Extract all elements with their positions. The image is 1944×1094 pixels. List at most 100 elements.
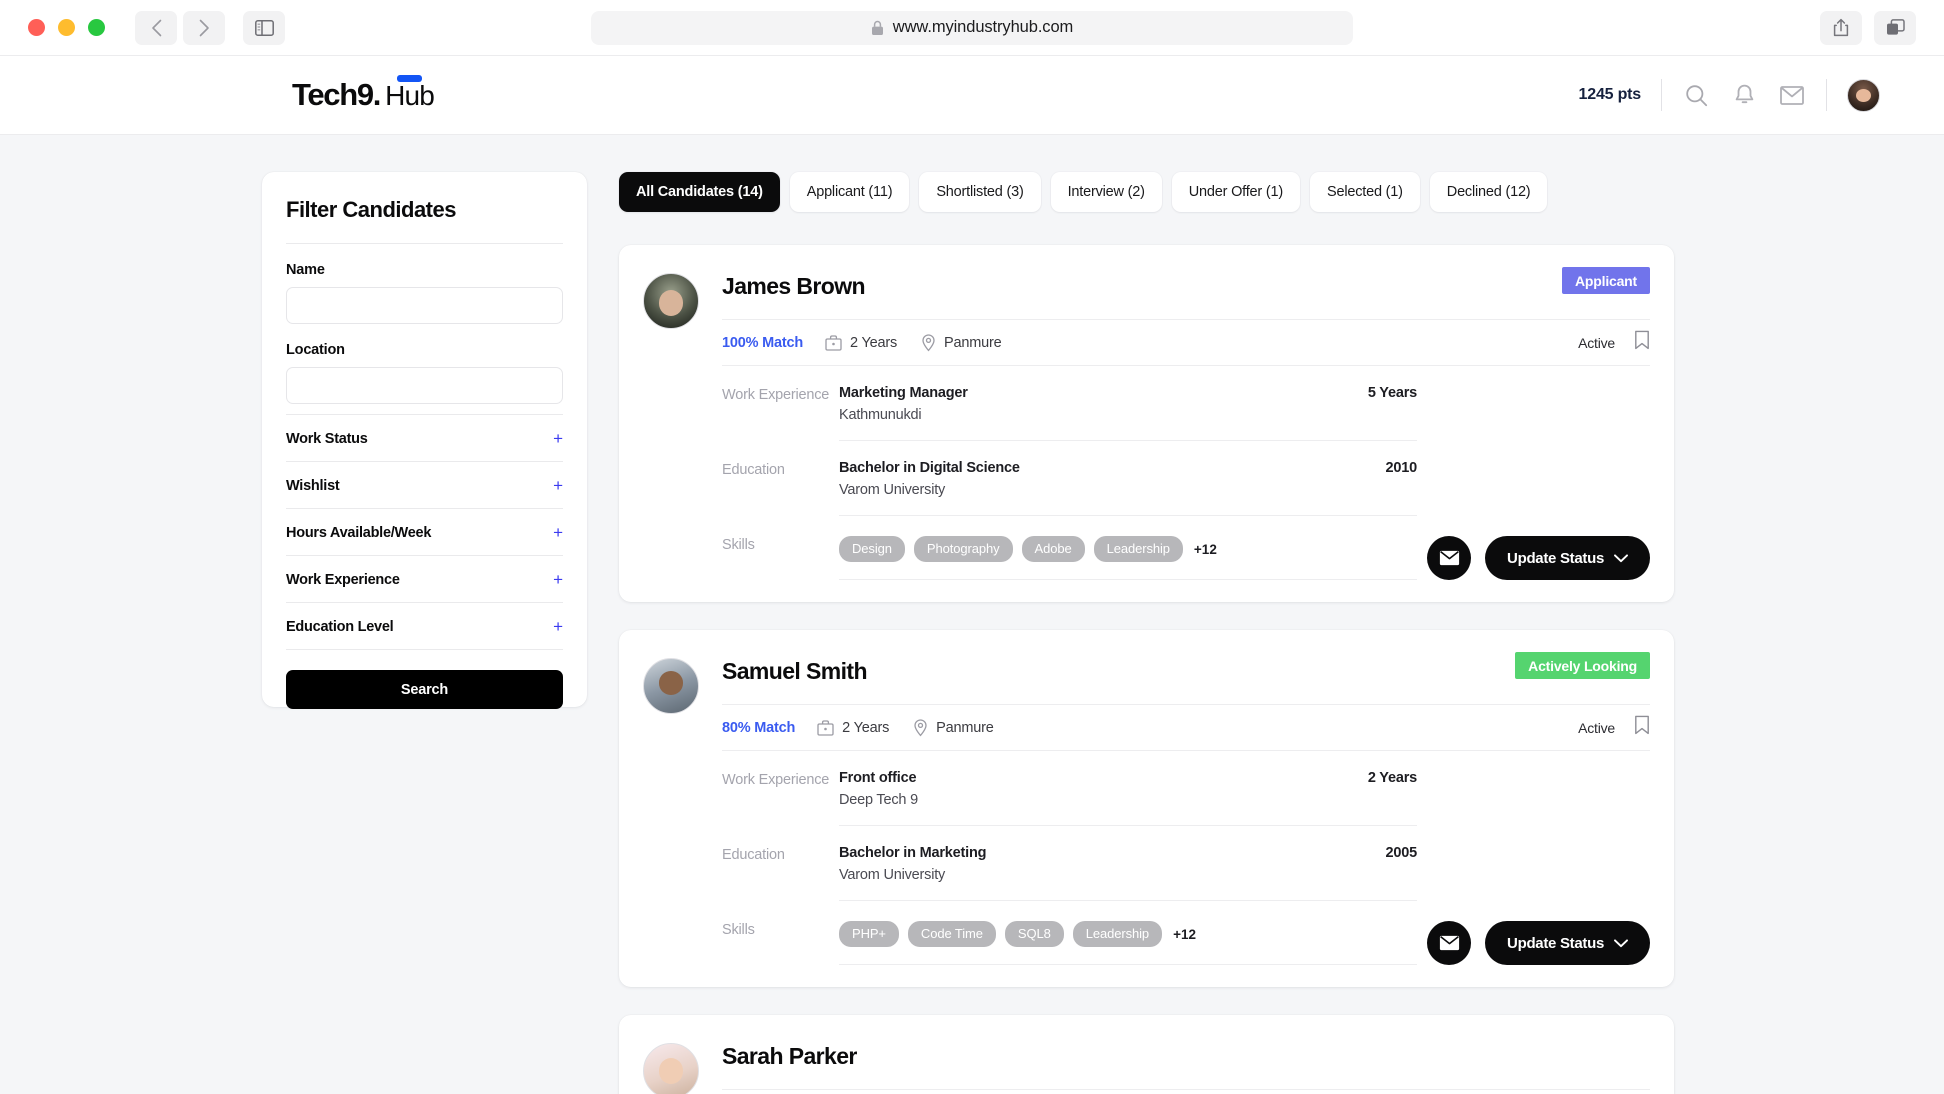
filter-accordion-wishlist[interactable]: Wishlist + [286,462,563,509]
filter-accordion-work-status[interactable]: Work Status + [286,414,563,462]
divider [286,243,563,244]
skills-list: Design Photography Adobe Leadership +12 [839,535,1417,562]
accordion-label: Wishlist [286,477,340,494]
candidate-detail-table: Work Experience Front office Deep Tech 9… [722,751,1417,965]
skills-list: PHP+ Code Time SQL8 Leadership +12 [839,920,1417,947]
tab-overview-icon [1886,19,1905,35]
logo-accent-bar [397,75,423,82]
close-window-button[interactable] [28,19,45,36]
work-company: Kathmunukdi [839,407,922,423]
tab-all-candidates[interactable]: All Candidates (14) [619,172,780,212]
skills-row: Skills PHP+ Code Time SQL8 Leadership +1… [722,901,1417,965]
accordion-label: Education Level [286,618,394,635]
skills-overflow-count[interactable]: +12 [1173,927,1196,942]
match-percentage[interactable]: 80% Match [722,720,795,736]
candidate-detail-table: Work Experience Marketing Manager Kathmu… [722,366,1417,580]
candidate-name: James Brown [722,273,866,299]
candidate-avatar [643,273,699,329]
filter-accordion-work-experience[interactable]: Work Experience + [286,556,563,603]
candidate-details: Applicant James Brown 100% Match 2 Years [722,267,1650,580]
location-meta: Panmure [913,718,994,737]
candidate-status-group: Active [1578,330,1650,355]
maximize-window-button[interactable] [88,19,105,36]
sidebar-toggle-button[interactable] [243,10,285,45]
browser-chrome: www.myindustryhub.com [0,0,1944,55]
bell-icon [1735,84,1753,103]
update-status-label: Update Status [1507,934,1604,952]
briefcase-icon [817,719,834,736]
email-candidate-button[interactable] [1427,536,1472,580]
row-label: Education [722,462,785,478]
chevron-down-icon [1614,553,1628,562]
status-badge: Applicant [1562,267,1650,294]
search-button[interactable]: Search [286,670,563,709]
candidate-status-group: Active [1578,715,1650,740]
location-meta: Panmure [921,333,1002,352]
bookmark-icon [1635,715,1649,735]
row-label: Work Experience [722,387,830,403]
browser-toolbar-right [1820,10,1916,45]
update-status-button[interactable]: Update Status [1485,536,1650,580]
education-row: Education Bachelor in Digital Science Va… [722,441,1417,516]
mail-icon [1780,85,1804,105]
skill-chip[interactable]: Leadership [1093,536,1183,562]
candidate-card[interactable]: Sarah Parker [619,1015,1674,1094]
avatar[interactable] [1847,78,1880,112]
site-logo[interactable]: Tech9. Hub [292,75,435,113]
work-duration: 2 Years [1367,770,1417,786]
candidate-card[interactable]: Actively Looking Samuel Smith 80% Match … [619,630,1674,987]
expand-plus-icon: + [553,429,563,448]
row-content: Bachelor in Digital Science Varom Univer… [839,460,1417,516]
skill-chip[interactable]: Adobe [1021,536,1085,562]
filter-panel: Filter Candidates Name Location Work Sta… [262,172,587,709]
tab-selected[interactable]: Selected (1) [1310,172,1420,212]
candidate-details: Actively Looking Samuel Smith 80% Match … [722,652,1650,965]
tab-interview[interactable]: Interview (2) [1050,172,1162,212]
tab-overview-button[interactable] [1874,10,1916,45]
work-title: Front office [839,770,917,786]
bookmark-button[interactable] [1634,330,1650,355]
bookmark-button[interactable] [1634,715,1650,740]
address-bar[interactable]: www.myindustryhub.com [591,10,1353,45]
skill-chip[interactable]: SQL8 [1004,921,1064,947]
update-status-button[interactable]: Update Status [1485,921,1650,965]
skills-overflow-count[interactable]: +12 [1194,542,1217,557]
filter-accordion-education-level[interactable]: Education Level + [286,603,563,650]
search-button[interactable] [1682,81,1710,109]
forward-button[interactable] [183,10,225,45]
accordion-label: Work Status [286,430,368,447]
location-input[interactable] [286,367,563,404]
filter-accordion-hours-available[interactable]: Hours Available/Week + [286,509,563,556]
tab-shortlisted[interactable]: Shortlisted (3) [919,172,1041,212]
status-tabs: All Candidates (14) Applicant (11) Short… [619,172,1674,212]
match-percentage[interactable]: 100% Match [722,335,803,351]
back-button[interactable] [135,10,177,45]
row-content: Design Photography Adobe Leadership +12 [839,535,1417,580]
work-duration: 5 Years [1367,385,1417,401]
skill-chip[interactable]: PHP+ [839,921,899,947]
points-badge: 1245 pts [1578,86,1642,103]
tab-declined[interactable]: Declined (12) [1429,172,1548,212]
chevron-down-icon [1614,938,1628,947]
minimize-window-button[interactable] [58,19,75,36]
skill-chip[interactable]: Design [839,536,905,562]
skill-chip[interactable]: Leadership [1072,921,1163,947]
search-icon [1685,84,1707,106]
candidate-avatar [643,1043,699,1094]
tab-applicant[interactable]: Applicant (11) [789,172,910,212]
candidate-actions: Update Status [1427,536,1650,580]
work-experience-row: Work Experience Front office Deep Tech 9… [722,751,1417,826]
logo-primary-text: Tech9. [292,77,381,112]
name-input[interactable] [286,287,563,324]
skill-chip[interactable]: Code Time [907,921,996,947]
messages-button[interactable] [1778,81,1806,109]
notifications-button[interactable] [1730,81,1758,109]
tab-under-offer[interactable]: Under Offer (1) [1171,172,1301,212]
row-label: Skills [722,537,755,553]
row-content: PHP+ Code Time SQL8 Leadership +12 [839,920,1417,965]
email-candidate-button[interactable] [1427,921,1472,965]
skill-chip[interactable]: Photography [913,536,1013,562]
filter-panel-title: Filter Candidates [286,197,456,222]
candidate-card[interactable]: Applicant James Brown 100% Match 2 Years [619,245,1674,602]
share-button[interactable] [1820,10,1862,45]
